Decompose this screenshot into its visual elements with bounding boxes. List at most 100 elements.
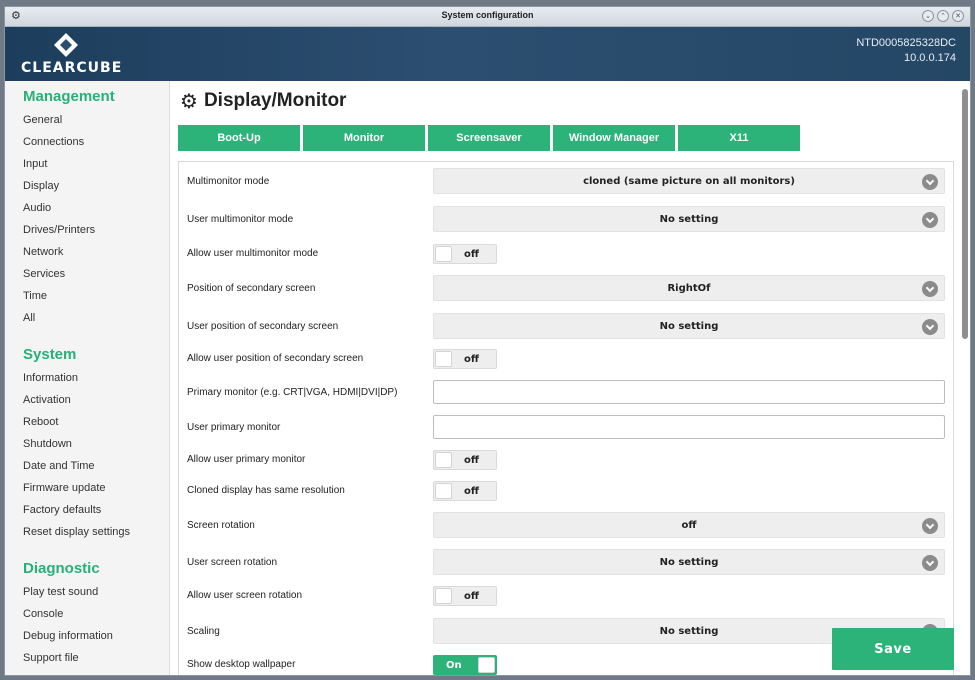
toggle-knob [435,588,452,604]
user-primary-monitor-input[interactable] [433,415,945,439]
device-id: NTD0005825328DC [856,37,956,49]
toggle-state: off [464,455,479,466]
toggle-state: off [464,249,479,260]
select-value: No setting [659,214,719,225]
app-window: ⚙ System configuration ⌄ ⌃ ✕ CLEARCUBE N… [4,6,971,676]
save-button[interactable]: Save [832,628,954,670]
window-controls: ⌄ ⌃ ✕ [922,10,964,22]
close-icon[interactable]: ✕ [952,10,964,22]
toggle-state: off [464,486,479,497]
page-title-text: Display/Monitor [203,90,347,111]
setting-label: Screen rotation [187,520,255,531]
sidebar-item-firmware-update[interactable]: Firmware update [5,477,169,499]
sidebar-item-general[interactable]: General [5,109,169,131]
sidebar-item-network[interactable]: Network [5,241,169,263]
user-screen-rotation-select[interactable]: No setting [433,549,945,575]
sidebar-item-display[interactable]: Display [5,175,169,197]
setting-label: Allow user screen rotation [187,590,303,601]
tab-monitor[interactable]: Monitor [303,125,425,151]
setting-label: User position of secondary screen [187,321,339,332]
allow-user-multimonitor-toggle[interactable]: off [433,244,497,264]
tab-boot-up[interactable]: Boot-Up [178,125,300,151]
sidebar-item-audio[interactable]: Audio [5,197,169,219]
toggle-state: off [464,591,479,602]
sidebar-item-shutdown[interactable]: Shutdown [5,433,169,455]
sidebar-item-reset-display-settings[interactable]: Reset display settings [5,521,169,543]
show-wallpaper-toggle[interactable]: On [433,655,497,675]
device-info: NTD0005825328DC 10.0.0.174 [856,36,956,66]
setting-label: Allow user position of secondary screen [187,353,364,364]
maximize-icon[interactable]: ⌃ [937,10,949,22]
tab-x11[interactable]: X11 [678,125,800,151]
user-multimonitor-mode-select[interactable]: No setting [433,206,945,232]
chevron-down-icon[interactable] [922,281,938,297]
setting-label: Primary monitor (e.g. CRT|VGA, HDMI|DVI|… [187,387,398,398]
sidebar-section-management: Management [23,88,115,105]
secondary-screen-position-select[interactable]: RightOf [433,275,945,301]
sidebar: Management General Connections Input Dis… [5,81,170,675]
title-bar[interactable]: ⚙ System configuration ⌄ ⌃ ✕ [5,7,970,27]
user-secondary-screen-position-select[interactable]: No setting [433,313,945,339]
sidebar-item-factory-defaults[interactable]: Factory defaults [5,499,169,521]
sidebar-item-input[interactable]: Input [5,153,169,175]
page-title: ⚙ Display/Monitor [180,89,346,113]
screen-rotation-select[interactable]: off [433,512,945,538]
toggle-knob [478,657,495,673]
setting-label: User primary monitor [187,422,281,433]
minimize-icon[interactable]: ⌄ [922,10,934,22]
setting-label: Position of secondary screen [187,283,316,294]
select-value: No setting [659,321,719,332]
sidebar-item-services[interactable]: Services [5,263,169,285]
logo-text: CLEARCUBE [21,60,123,76]
chevron-down-icon[interactable] [922,212,938,228]
sidebar-item-date-and-time[interactable]: Date and Time [5,455,169,477]
sidebar-item-all[interactable]: All [5,307,169,329]
select-value: RightOf [667,283,711,294]
toggle-knob [435,246,452,262]
setting-label: Allow user primary monitor [187,454,306,465]
sidebar-item-console[interactable]: Console [5,603,169,625]
clearcube-logo-icon [54,33,78,57]
sidebar-item-activation[interactable]: Activation [5,389,169,411]
chevron-down-icon[interactable] [922,174,938,190]
chevron-down-icon[interactable] [922,555,938,571]
main-content: ⚙ Display/Monitor Boot-Up Monitor Screen… [170,81,970,675]
tab-window-manager[interactable]: Window Manager [553,125,675,151]
tab-screensaver[interactable]: Screensaver [428,125,550,151]
chevron-down-icon[interactable] [922,518,938,534]
sidebar-item-support-file[interactable]: Support file [5,647,169,669]
primary-monitor-input[interactable] [433,380,945,404]
allow-user-position-toggle[interactable]: off [433,349,497,369]
sidebar-item-play-test-sound[interactable]: Play test sound [5,581,169,603]
scrollbar-thumb[interactable] [962,89,968,339]
sidebar-item-time[interactable]: Time [5,285,169,307]
toggle-knob [435,452,452,468]
gears-icon: ⚙ [180,89,198,113]
cloned-same-resolution-toggle[interactable]: off [433,481,497,501]
sidebar-section-system: System [23,346,77,363]
setting-label: User multimonitor mode [187,214,294,225]
device-ip: 10.0.0.174 [904,52,956,64]
allow-user-rotation-toggle[interactable]: off [433,586,497,606]
sidebar-item-reboot[interactable]: Reboot [5,411,169,433]
setting-label: Allow user multimonitor mode [187,248,319,259]
sidebar-item-drives-printers[interactable]: Drives/Printers [5,219,169,241]
setting-label: Cloned display has same resolution [187,485,345,496]
chevron-down-icon[interactable] [922,319,938,335]
allow-user-primary-monitor-toggle[interactable]: off [433,450,497,470]
app-header: CLEARCUBE NTD0005825328DC 10.0.0.174 [5,27,970,81]
select-value: No setting [659,557,719,568]
toggle-knob [435,483,452,499]
sidebar-item-information[interactable]: Information [5,367,169,389]
setting-label: Scaling [187,626,220,637]
window-title: System configuration [441,10,534,20]
toggle-state: On [446,660,462,671]
sidebar-section-diagnostic: Diagnostic [23,560,100,577]
toggle-knob [435,351,452,367]
settings-panel: Multimonitor mode cloned (same picture o… [178,161,954,675]
tab-bar: Boot-Up Monitor Screensaver Window Manag… [178,125,800,151]
multimonitor-mode-select[interactable]: cloned (same picture on all monitors) [433,168,945,194]
scrollbar[interactable] [962,89,968,669]
sidebar-item-connections[interactable]: Connections [5,131,169,153]
sidebar-item-debug-information[interactable]: Debug information [5,625,169,647]
